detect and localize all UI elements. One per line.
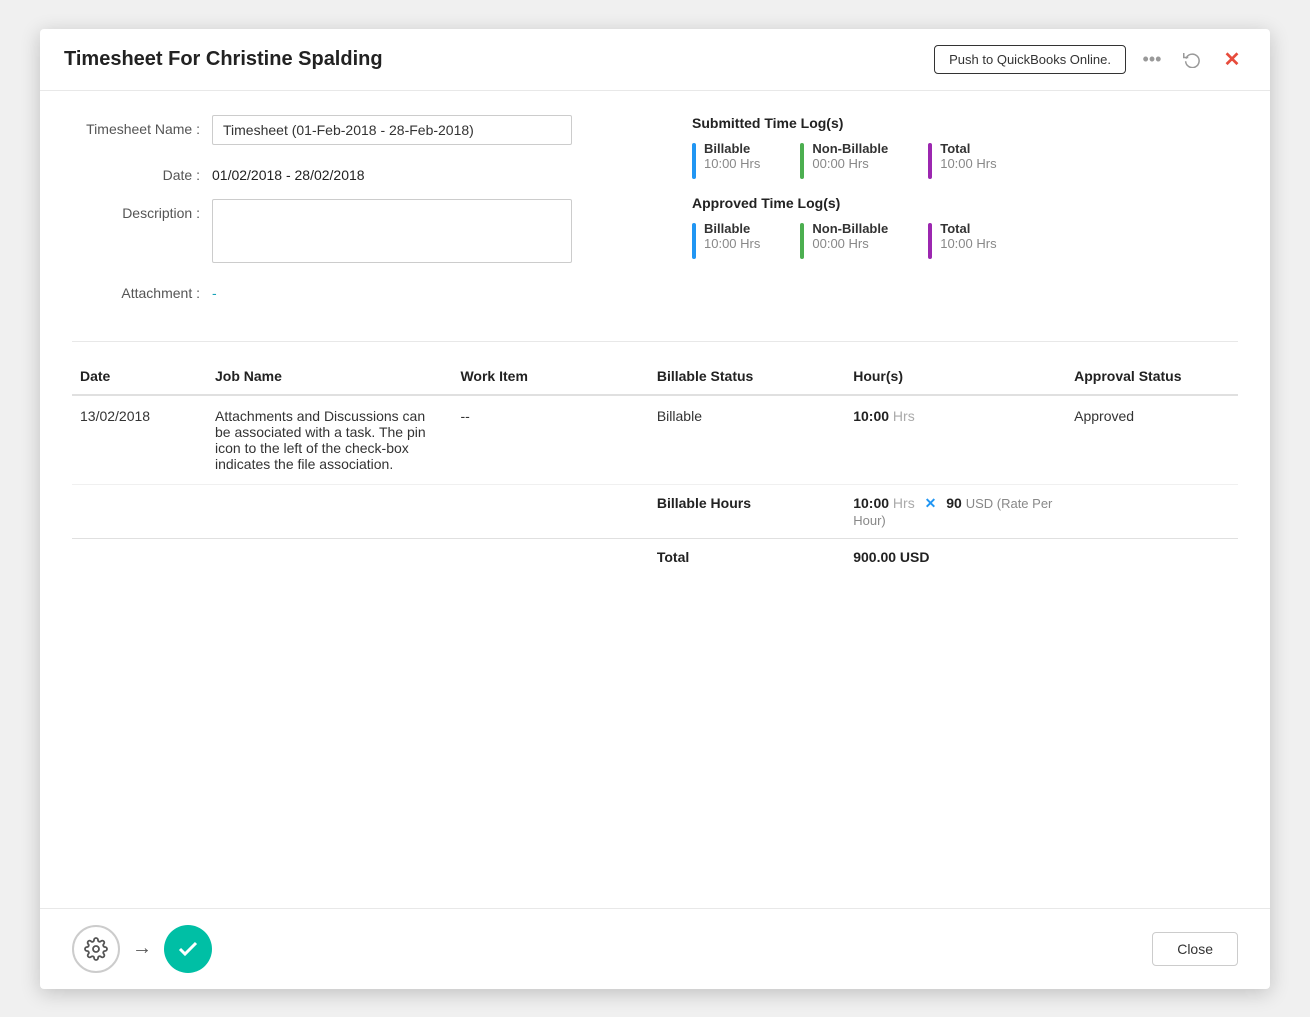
close-button[interactable]: Close <box>1152 932 1238 966</box>
submitted-title: Submitted Time Log(s) <box>692 115 1238 131</box>
description-input[interactable] <box>212 199 572 263</box>
submitted-total: Total 10:00 Hrs <box>928 141 996 179</box>
footer-left: → <box>72 925 212 973</box>
approved-non-billable: Non-Billable 00:00 Hrs <box>800 221 888 259</box>
empty-cell2 <box>72 538 649 575</box>
workflow-arrow-icon: → <box>132 937 152 960</box>
col-header-jobname: Job Name <box>207 358 452 395</box>
approved-total-bar <box>928 223 932 259</box>
table-body: 13/02/2018 Attachments and Discussions c… <box>72 395 1238 575</box>
total-bar <box>928 143 932 179</box>
total-value-cell: 900.00 USD <box>845 538 1066 575</box>
approved-stats-row: Billable 10:00 Hrs Non-Billable 00:00 Hr… <box>692 221 1238 259</box>
modal-header: Timesheet For Christine Spalding Push to… <box>40 29 1270 91</box>
approved-billable: Billable 10:00 Hrs <box>692 221 760 259</box>
billable-hours-summary: 10:00 Hrs ✕ 90 USD (Rate Per Hour) <box>845 484 1066 538</box>
table-row: 13/02/2018 Attachments and Discussions c… <box>72 395 1238 485</box>
billable-hours-label: Billable Hours <box>649 484 845 538</box>
divider <box>72 341 1238 342</box>
gear-svg <box>84 937 108 961</box>
attachment-row: Attachment : - <box>72 279 632 301</box>
col-header-date: Date <box>72 358 207 395</box>
approved-total-label: Total <box>940 221 996 236</box>
description-row: Description : <box>72 199 632 263</box>
approved-total-value: 10:00 Hrs <box>940 236 996 251</box>
approved-non-billable-label: Non-Billable <box>812 221 888 236</box>
cell-hours: 10:00 Hrs <box>845 395 1066 485</box>
description-label: Description : <box>72 199 212 221</box>
workflow-approve-button[interactable] <box>164 925 212 973</box>
form-left: Timesheet Name : Date : 01/02/2018 - 28/… <box>72 115 632 317</box>
empty-approval-cell <box>1066 484 1238 538</box>
rate-value: 90 <box>946 495 962 511</box>
empty-cell3 <box>1066 538 1238 575</box>
table-section: Date Job Name Work Item Billable Status … <box>72 358 1238 575</box>
cell-date: 13/02/2018 <box>72 395 207 485</box>
close-icon[interactable]: ✕ <box>1218 45 1246 73</box>
approved-billable-bar <box>692 223 696 259</box>
submitted-total-value: 10:00 Hrs <box>940 156 996 171</box>
header-actions: Push to QuickBooks Online. ••• ✕ <box>934 45 1246 74</box>
multiply-icon: ✕ <box>925 495 937 511</box>
date-row: Date : 01/02/2018 - 28/02/2018 <box>72 161 632 183</box>
billable-hours-amount: 10:00 <box>853 495 889 511</box>
cell-jobname: Attachments and Discussions can be assoc… <box>207 395 452 485</box>
modal-title: Timesheet For Christine Spalding <box>64 48 383 71</box>
total-summary-row: Total 900.00 USD <box>72 538 1238 575</box>
more-icon[interactable]: ••• <box>1138 45 1166 73</box>
billable-hours-summary-row: Billable Hours 10:00 Hrs ✕ 90 USD (Rate … <box>72 484 1238 538</box>
attachment-link[interactable]: - <box>212 279 217 301</box>
table-header: Date Job Name Work Item Billable Status … <box>72 358 1238 395</box>
timesheet-table: Date Job Name Work Item Billable Status … <box>72 358 1238 575</box>
date-label: Date : <box>72 161 212 183</box>
cell-approval-status: Approved <box>1066 395 1238 485</box>
timesheet-name-input[interactable] <box>212 115 572 145</box>
col-header-approval: Approval Status <box>1066 358 1238 395</box>
approved-billable-label: Billable <box>704 221 760 236</box>
form-section: Timesheet Name : Date : 01/02/2018 - 28/… <box>72 115 1238 317</box>
modal-body: Timesheet Name : Date : 01/02/2018 - 28/… <box>40 91 1270 908</box>
stats-section: Submitted Time Log(s) Billable 10:00 Hrs… <box>692 115 1238 317</box>
col-header-workitem: Work Item <box>452 358 648 395</box>
approved-non-billable-bar <box>800 223 804 259</box>
date-value: 01/02/2018 - 28/02/2018 <box>212 161 365 183</box>
workflow-settings-icon[interactable] <box>72 925 120 973</box>
approved-non-billable-value: 00:00 Hrs <box>812 236 888 251</box>
billable-hrs-unit: Hrs <box>893 495 915 511</box>
submitted-total-label: Total <box>940 141 996 156</box>
hours-value: 10:00 <box>853 408 889 424</box>
submitted-billable: Billable 10:00 Hrs <box>692 141 760 179</box>
submitted-stats-row: Billable 10:00 Hrs Non-Billable 00:00 Hr… <box>692 141 1238 179</box>
history-icon[interactable] <box>1178 45 1206 73</box>
submitted-non-billable: Non-Billable 00:00 Hrs <box>800 141 888 179</box>
submitted-billable-value: 10:00 Hrs <box>704 156 760 171</box>
cell-billable-status: Billable <box>649 395 845 485</box>
attachment-label: Attachment : <box>72 279 212 301</box>
modal-footer: → Close <box>40 908 1270 989</box>
total-value: 900.00 USD <box>853 549 929 565</box>
timesheet-modal: Timesheet For Christine Spalding Push to… <box>40 29 1270 989</box>
timesheet-name-label: Timesheet Name : <box>72 115 212 137</box>
timesheet-name-row: Timesheet Name : <box>72 115 632 145</box>
non-billable-bar <box>800 143 804 179</box>
submitted-billable-label: Billable <box>704 141 760 156</box>
approved-title: Approved Time Log(s) <box>692 195 1238 211</box>
cell-workitem: -- <box>452 395 648 485</box>
hours-unit: Hrs <box>893 408 915 424</box>
total-label-cell: Total <box>649 538 845 575</box>
quickbooks-button[interactable]: Push to QuickBooks Online. <box>934 45 1126 74</box>
billable-bar <box>692 143 696 179</box>
empty-cell <box>72 484 649 538</box>
col-header-hours: Hour(s) <box>845 358 1066 395</box>
approved-total: Total 10:00 Hrs <box>928 221 996 259</box>
submitted-non-billable-label: Non-Billable <box>812 141 888 156</box>
approved-billable-value: 10:00 Hrs <box>704 236 760 251</box>
col-header-billable: Billable Status <box>649 358 845 395</box>
submitted-non-billable-value: 00:00 Hrs <box>812 156 888 171</box>
checkmark-svg <box>176 937 200 961</box>
